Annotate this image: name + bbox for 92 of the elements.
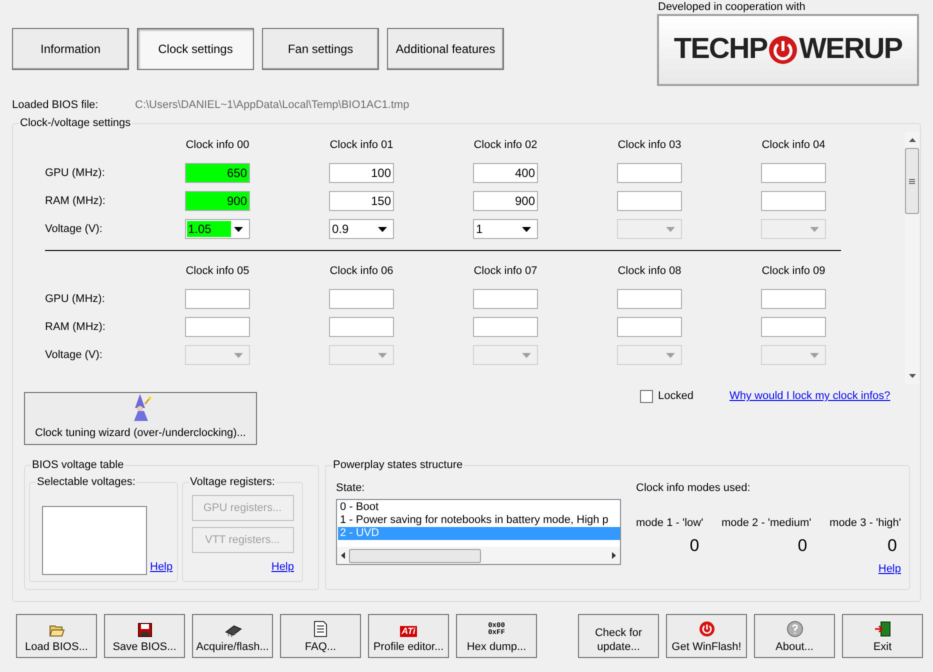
- voltage-dropdown[interactable]: 1: [473, 219, 538, 239]
- dropdown-caret-icon: [810, 352, 819, 358]
- dropdown-caret-icon: [234, 352, 243, 358]
- horizontal-scrollbar[interactable]: [337, 547, 620, 564]
- column-header: Clock info 08: [618, 264, 682, 279]
- dropdown-caret-icon: [234, 226, 243, 232]
- chip-icon: [224, 625, 242, 637]
- help-link[interactable]: Help: [271, 559, 294, 576]
- column-header: Clock info 00: [186, 138, 250, 153]
- column-header: Clock info 04: [762, 138, 826, 153]
- column-header: Clock info 01: [330, 138, 394, 153]
- folder-icon: [48, 623, 64, 637]
- value-field[interactable]: 150: [329, 191, 394, 211]
- mode-label: mode 2 - 'medium': [721, 516, 812, 530]
- voltage-dropdown[interactable]: 0.9: [329, 219, 394, 239]
- group-title: Selectable voltages:: [36, 474, 136, 490]
- column-header: Clock info 06: [330, 264, 394, 279]
- bios-file-label: Loaded BIOS file:: [12, 98, 100, 113]
- value-field[interactable]: 900: [473, 191, 538, 211]
- group-title: Powerplay states structure: [332, 457, 464, 473]
- scroll-thumb[interactable]: [349, 548, 481, 562]
- locked-checkbox[interactable]: [640, 390, 653, 403]
- document-icon: [314, 621, 327, 637]
- exit-door-icon: [874, 621, 890, 637]
- toolbar-button[interactable]: Save BIOS...: [104, 614, 185, 658]
- toolbar-button[interactable]: Exit: [842, 614, 923, 658]
- dropdown-caret-icon: [522, 352, 531, 358]
- toolbar-button[interactable]: Load BIOS...: [16, 614, 97, 658]
- dropdown-caret-icon: [666, 226, 675, 232]
- locked-label: Locked: [658, 389, 694, 404]
- row-label: GPU (MHz):: [45, 292, 105, 307]
- help-icon: [786, 621, 802, 637]
- dropdown-caret-icon: [378, 352, 387, 358]
- value-field[interactable]: 400: [473, 163, 538, 183]
- states-list[interactable]: 0 - Boot 1 - Power saving for notebooks in battery mode, High p 2 - UVD: [336, 499, 621, 565]
- bios-file-path: C:\Users\DANIEL~1\AppData\Local\Temp\BIO1AC1.tmp: [135, 98, 410, 113]
- power-icon: [768, 35, 798, 65]
- group-title: Clock-/voltage settings: [19, 115, 132, 131]
- tab-button[interactable]: Clock settings: [137, 28, 254, 70]
- scroll-thumb[interactable]: [905, 148, 919, 214]
- vertical-scrollbar[interactable]: [905, 132, 919, 384]
- tab-button[interactable]: Information: [12, 28, 129, 70]
- group-title: BIOS voltage table: [31, 457, 125, 473]
- column-header: Clock info 07: [474, 264, 538, 279]
- voltages-list[interactable]: [42, 506, 147, 575]
- techpowerup-logo: TECHP WERUP: [657, 14, 919, 86]
- dropdown-caret-icon: [810, 226, 819, 232]
- help-link[interactable]: Help: [150, 558, 173, 575]
- row-label: RAM (MHz):: [45, 194, 106, 209]
- row-label: Voltage (V):: [45, 348, 102, 363]
- column-header: Clock info 02: [474, 138, 538, 153]
- column-header: Clock info 09: [762, 264, 826, 279]
- row-label: RAM (MHz):: [45, 320, 106, 335]
- help-link[interactable]: Help: [878, 560, 901, 577]
- toolbar-button[interactable]: FAQ...: [280, 614, 361, 658]
- dropdown-caret-icon: [522, 226, 531, 232]
- state-label: State:: [336, 481, 366, 496]
- cooperation-caption: Developed in cooperation with: [657, 0, 806, 14]
- toolbar-button[interactable]: ATi Profile editor...: [368, 614, 449, 658]
- dropdown-caret-icon: [666, 352, 675, 358]
- state-item[interactable]: 1 - Power saving for notebooks in battery mode, High p: [338, 514, 620, 527]
- value-field[interactable]: 650: [185, 163, 250, 183]
- tab-button[interactable]: Additional features: [387, 28, 504, 70]
- toolbar-button[interactable]: About...: [754, 614, 835, 658]
- scroll-left-icon[interactable]: [341, 552, 345, 559]
- tab-button[interactable]: Fan settings: [262, 28, 379, 70]
- toolbar-button[interactable]: Get WinFlash!: [666, 614, 747, 658]
- column-header: Clock info 03: [618, 138, 682, 153]
- lock-info-link[interactable]: Why would I lock my clock infos?: [729, 388, 890, 404]
- toolbar-button[interactable]: Acquire/flash...: [192, 614, 273, 658]
- toolbar-button[interactable]: Check for update...: [578, 614, 659, 658]
- ati-logo-icon: ATi: [400, 626, 418, 637]
- scroll-down-icon[interactable]: [908, 374, 916, 378]
- scroll-right-icon[interactable]: [612, 552, 616, 559]
- scroll-up-icon[interactable]: [908, 138, 916, 142]
- group-title: Voltage registers:: [189, 474, 276, 490]
- power-icon: [698, 621, 714, 637]
- value-field[interactable]: 100: [329, 163, 394, 183]
- mode-label: mode 3 - 'high': [830, 516, 901, 530]
- value-field[interactable]: 900: [185, 191, 250, 211]
- mode-count: 0: [888, 535, 897, 557]
- modes-title: Clock info modes used:: [636, 481, 752, 496]
- row-label: Voltage (V):: [45, 222, 102, 237]
- mode-label: mode 1 - 'low': [636, 516, 704, 530]
- row-label: GPU (MHz):: [45, 166, 105, 181]
- dropdown-caret-icon: [378, 226, 387, 232]
- column-header: Clock info 05: [186, 264, 250, 279]
- mode-count: 0: [798, 535, 808, 557]
- state-item[interactable]: 0 - Boot: [338, 501, 620, 514]
- voltage-dropdown[interactable]: 1.05: [185, 219, 250, 239]
- wizard-button[interactable]: Clock tuning wizard (over-/underclocking)...: [24, 392, 257, 445]
- mode-count: 0: [690, 535, 700, 557]
